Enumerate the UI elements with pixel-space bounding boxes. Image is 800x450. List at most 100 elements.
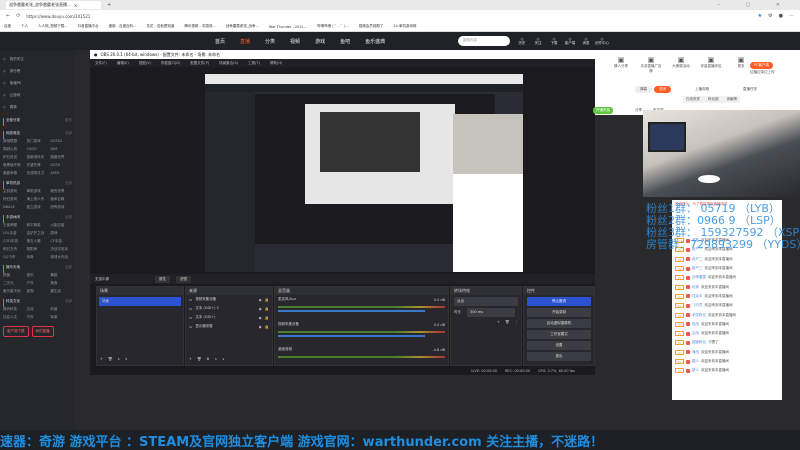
control-button-4[interactable]: 设置	[527, 341, 591, 350]
category-link[interactable]: QQ飞车	[3, 255, 25, 260]
section-more[interactable]: 全部	[65, 131, 72, 139]
barrage-toggle[interactable]: 弹幕 关闭	[635, 86, 671, 93]
category-link[interactable]: 暗黑破坏神	[3, 163, 25, 168]
obs-menu-item[interactable]: 视图(V)	[139, 61, 151, 66]
chat-username[interactable]: 用户二	[692, 257, 703, 262]
category-link[interactable]: 决战平安京	[50, 247, 72, 252]
more-icon[interactable]: ⋮	[515, 320, 519, 324]
chat-username[interactable]: 海战	[692, 350, 699, 355]
category-link[interactable]: 军事	[50, 315, 72, 320]
trash-icon[interactable]: 🗑	[505, 320, 509, 324]
obs-preview[interactable]	[205, 74, 523, 272]
header-icon-item[interactable]: ◎ 下载	[547, 37, 561, 46]
room-tool[interactable]: ▣ 更多	[730, 56, 752, 74]
noble-button[interactable]: 开通贵族	[593, 107, 613, 114]
room-tool[interactable]: ▣ 大蛋糕活动	[670, 56, 692, 74]
control-button-5[interactable]: 退出	[527, 352, 591, 361]
rank-tab[interactable]: 粉丝团	[708, 97, 719, 102]
category-link[interactable]: 颜值	[3, 273, 25, 278]
sidebar-button[interactable]: 我的直播	[31, 326, 54, 337]
properties-button[interactable]: 属性	[155, 275, 170, 283]
volume-slider[interactable]	[278, 335, 426, 337]
up-icon[interactable]: ∧	[215, 357, 218, 361]
bookmark-item[interactable]: 腾讯视频 - 中国领...	[184, 24, 215, 29]
category-link[interactable]: 球球大作战	[50, 255, 72, 260]
pc-client-button[interactable]: PC客户端	[750, 62, 774, 69]
add-icon[interactable]: +	[497, 320, 500, 324]
new-tab-icon[interactable]: +	[107, 2, 111, 8]
control-button-2[interactable]: 启动虚拟摄像机	[527, 319, 591, 328]
category-link[interactable]: 舞蹈	[50, 273, 72, 278]
control-button-3[interactable]: 工作室模式	[527, 330, 591, 339]
chat-username[interactable]: 玩家	[692, 285, 699, 290]
window-controls[interactable]: – ▢ ✕	[717, 2, 800, 8]
category-link[interactable]: 原神	[50, 231, 72, 236]
obs-menu-item[interactable]: 帮助(H)	[270, 61, 282, 66]
streaming-guide-link[interactable]: 上播攻略	[695, 87, 709, 92]
browser-tab[interactable]: 战争雷霆老张_战争雷霆老张直播... ✕	[6, 1, 101, 9]
gear-icon[interactable]: ⚙	[206, 357, 209, 361]
control-button-0[interactable]: 停止推流	[527, 297, 591, 306]
category-link[interactable]: 影视	[27, 289, 49, 294]
sidebar-item[interactable]: ◇ 排行榜	[3, 65, 72, 77]
volume-slider[interactable]	[278, 310, 426, 312]
category-link[interactable]: 明日方舟	[3, 247, 25, 252]
chat-username[interactable]: 超级粉丝	[692, 340, 706, 345]
category-link[interactable]: 独立游戏	[27, 205, 49, 210]
rank-tab[interactable]: 贡献榜	[727, 97, 738, 102]
lock-icon[interactable]: 🔒	[265, 316, 269, 320]
category-link[interactable]: 魔兽争霸	[3, 171, 25, 176]
menu-icon[interactable]: ⋯	[789, 13, 794, 19]
lock-icon[interactable]: 🔒	[265, 298, 269, 302]
source-item[interactable]: ▭ 视频采集设备 ◉ 🔒	[186, 295, 272, 304]
category-link[interactable]: 传奇	[27, 255, 49, 260]
sidebar-item[interactable]: ◇ 赛事	[3, 101, 72, 113]
obs-menu-item[interactable]: 场景集合(S)	[219, 61, 238, 66]
chat-username[interactable]: 坦克手	[692, 294, 703, 299]
duration-input[interactable]: 300 ms	[467, 308, 515, 317]
category-link[interactable]: 单机游戏	[27, 189, 49, 194]
nav-item[interactable]: 视频	[290, 38, 300, 45]
category-link[interactable]: 社会人文	[3, 315, 25, 320]
eye-icon[interactable]: ◉	[259, 307, 262, 311]
category-link[interactable]: 怀旧游戏	[3, 197, 25, 202]
obs-menu-item[interactable]: 编辑(E)	[117, 61, 129, 66]
category-link[interactable]: 汽车	[27, 315, 49, 320]
trash-icon[interactable]: 🗑	[197, 357, 201, 361]
category-link[interactable]: 英雄联盟	[3, 139, 25, 144]
category-link[interactable]: 数码科技	[3, 307, 25, 312]
star-icon[interactable]: ★	[758, 13, 762, 19]
close-icon[interactable]: ✕	[74, 3, 77, 8]
category-link[interactable]: 二次元	[3, 281, 25, 286]
category-link[interactable]: 阴阳师	[27, 247, 49, 252]
category-link[interactable]: 户外	[27, 281, 49, 286]
nav-item[interactable]: 鱼吧	[340, 38, 350, 45]
room-tool[interactable]: ▣ 安装直播伴侣	[700, 56, 722, 74]
bookmark-item[interactable]: 度娘 - 百度百科...	[109, 24, 137, 29]
category-link[interactable]: 恐怖游戏	[50, 205, 72, 210]
category-link[interactable]: APEX	[50, 171, 72, 176]
category-link[interactable]: LOL手游	[3, 231, 25, 236]
category-link[interactable]: DOTA2	[50, 139, 72, 144]
down-icon[interactable]: ∨	[222, 357, 225, 361]
category-link[interactable]: 音乐	[27, 273, 49, 278]
category-link[interactable]: 第五人格	[27, 239, 49, 244]
category-link[interactable]: 逃离塔科夫	[27, 155, 49, 160]
category-link[interactable]: 王者荣耀	[3, 223, 25, 228]
header-icon-item[interactable]: ◎ 客户端	[563, 37, 577, 46]
sidebar-item[interactable]: ◇ 云游戏	[3, 89, 72, 101]
header-icon-item[interactable]: ◎ 消息	[579, 37, 593, 46]
chat-username[interactable]: 老张粉丝	[692, 313, 706, 318]
obs-menu-item[interactable]: 停靠窗口(D)	[161, 61, 180, 66]
lock-icon[interactable]: 🔒	[265, 307, 269, 311]
header-icon-item[interactable]: ◎ 历史	[515, 37, 529, 46]
up-icon[interactable]: ∧	[117, 357, 120, 361]
nav-item[interactable]: 首页	[215, 38, 225, 45]
source-item[interactable]: ▭ 文本 (GDI+) ◉ 🔒	[186, 313, 272, 322]
back-icon[interactable]: ←	[6, 13, 10, 19]
lock-icon[interactable]: 🔒	[265, 325, 269, 329]
add-icon[interactable]: +	[189, 357, 192, 361]
search-input[interactable]: 搜索内容	[458, 36, 510, 46]
eye-icon[interactable]: ◉	[259, 298, 262, 302]
nav-item[interactable]: 直播	[240, 38, 250, 45]
